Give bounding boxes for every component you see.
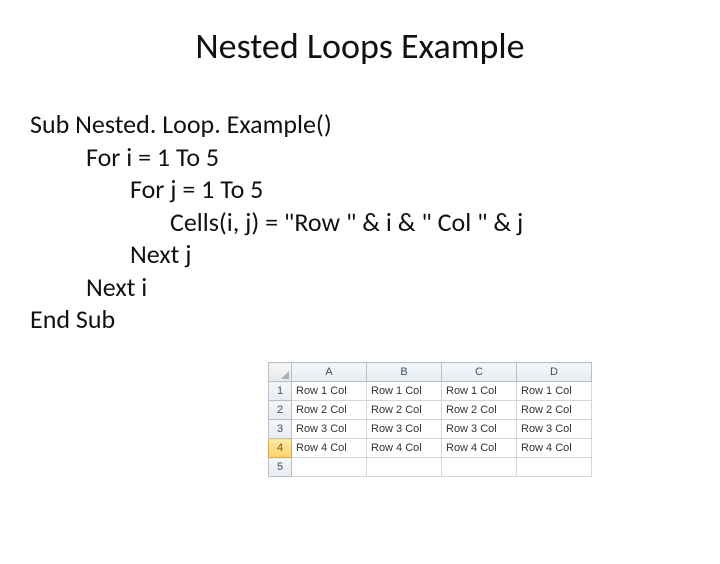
row-header-2[interactable]: 2	[269, 401, 292, 420]
row-header-5[interactable]: 5	[269, 458, 292, 477]
cell[interactable]: Row 3 Col	[442, 420, 517, 439]
cell[interactable]: Row 1 Col	[442, 382, 517, 401]
cell[interactable]: Row 2 Col	[517, 401, 592, 420]
cell[interactable]: Row 4 Col	[442, 439, 517, 458]
cell[interactable]: Row 2 Col	[367, 401, 442, 420]
cell[interactable]: Row 1 Col	[367, 382, 442, 401]
slide-title: Nested Loops Example	[0, 24, 720, 68]
col-header-C[interactable]: C	[442, 363, 517, 382]
code-line-4: Cells(i, j) = "Row " & i & " Col " & j	[30, 206, 720, 239]
code-block: Sub Nested. Loop. Example() For i = 1 To…	[0, 108, 720, 336]
cell[interactable]	[367, 458, 442, 477]
cell[interactable]: Row 3 Col	[517, 420, 592, 439]
code-line-6: Next i	[30, 271, 720, 304]
code-line-3: For j = 1 To 5	[30, 173, 720, 206]
code-line-2: For i = 1 To 5	[30, 141, 720, 174]
cell[interactable]: Row 1 Col	[517, 382, 592, 401]
table-row: 5	[269, 458, 592, 477]
cell[interactable]	[517, 458, 592, 477]
code-line-7: End Sub	[30, 303, 720, 336]
cell[interactable]: Row 2 Col	[292, 401, 367, 420]
col-header-D[interactable]: D	[517, 363, 592, 382]
col-header-B[interactable]: B	[367, 363, 442, 382]
cell[interactable]: Row 1 Col	[292, 382, 367, 401]
cell[interactable]	[292, 458, 367, 477]
row-header-3[interactable]: 3	[269, 420, 292, 439]
cell[interactable]: Row 4 Col	[367, 439, 442, 458]
cell[interactable]: Row 4 Col	[292, 439, 367, 458]
table-row: 4 Row 4 Col Row 4 Col Row 4 Col Row 4 Co…	[269, 439, 592, 458]
row-header-1[interactable]: 1	[269, 382, 292, 401]
cell[interactable]: Row 3 Col	[367, 420, 442, 439]
row-header-4[interactable]: 4	[269, 439, 292, 458]
col-header-A[interactable]: A	[292, 363, 367, 382]
spreadsheet: A B C D 1 Row 1 Col Row 1 Col Row 1 Col …	[268, 362, 592, 477]
table-row: 3 Row 3 Col Row 3 Col Row 3 Col Row 3 Co…	[269, 420, 592, 439]
table-row: 1 Row 1 Col Row 1 Col Row 1 Col Row 1 Co…	[269, 382, 592, 401]
code-line-1: Sub Nested. Loop. Example()	[30, 108, 720, 141]
cell[interactable]: Row 3 Col	[292, 420, 367, 439]
cell[interactable]	[442, 458, 517, 477]
select-all-corner[interactable]	[269, 363, 292, 382]
code-line-5: Next j	[30, 238, 720, 271]
table-row: 2 Row 2 Col Row 2 Col Row 2 Col Row 2 Co…	[269, 401, 592, 420]
cell[interactable]: Row 4 Col	[517, 439, 592, 458]
cell[interactable]: Row 2 Col	[442, 401, 517, 420]
